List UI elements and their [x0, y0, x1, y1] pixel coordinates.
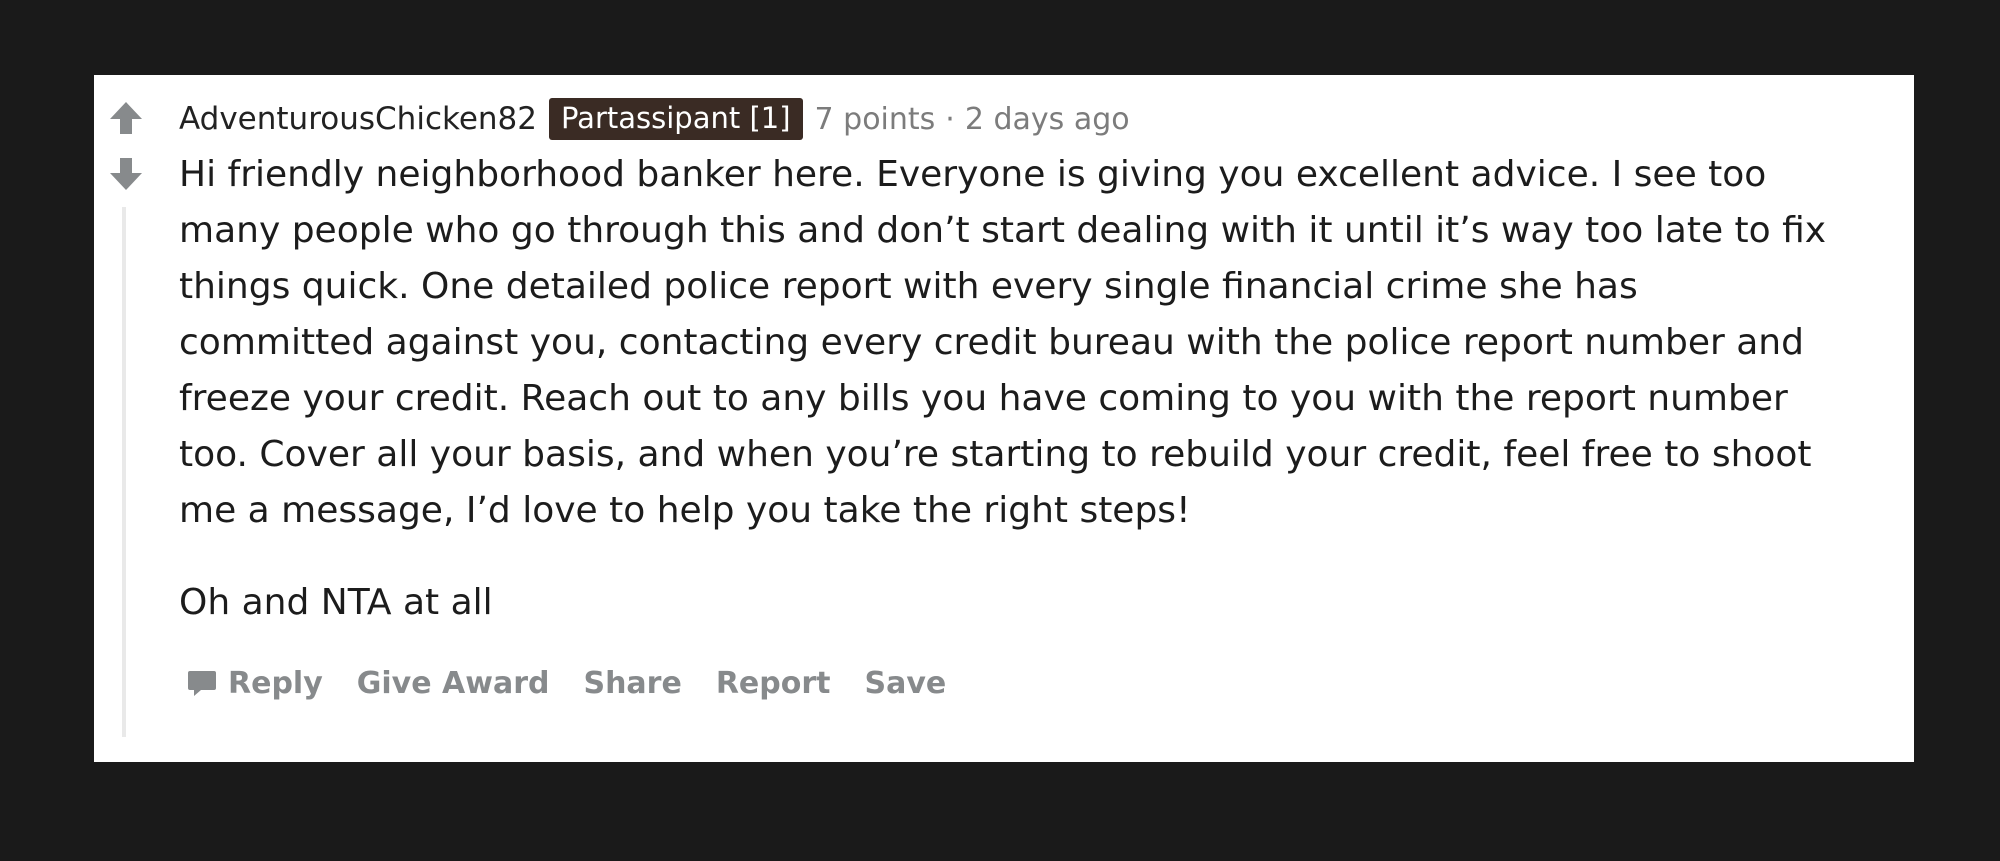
- comment-card: AdventurousChicken82 Partassipant [1] 7 …: [94, 75, 1914, 762]
- thread-collapse-line[interactable]: [122, 207, 126, 737]
- arrow-down-icon: [110, 158, 142, 190]
- author-name[interactable]: AdventurousChicken82: [179, 101, 537, 137]
- points-count: 7 points: [814, 101, 936, 137]
- reply-button[interactable]: Reply: [186, 666, 323, 701]
- comment-timestamp[interactable]: 2 days ago: [965, 102, 1130, 137]
- share-button[interactable]: Share: [583, 666, 681, 701]
- meta-separator: ·: [945, 101, 955, 137]
- user-flair: Partassipant [1]: [549, 98, 803, 140]
- downvote-button[interactable]: [108, 156, 144, 192]
- report-button[interactable]: Report: [716, 666, 831, 701]
- give-award-button[interactable]: Give Award: [357, 666, 550, 701]
- comment-body: Hi friendly neighborhood banker here. Ev…: [179, 147, 1839, 631]
- upvote-button[interactable]: [108, 100, 144, 136]
- comment-actions: Reply Give Award Share Report Save: [186, 661, 980, 705]
- speech-bubble-icon: [188, 671, 216, 696]
- comment-paragraph: Oh and NTA at all: [179, 582, 493, 623]
- reply-label: Reply: [228, 665, 323, 701]
- save-button[interactable]: Save: [865, 666, 947, 701]
- comment-header: AdventurousChicken82 Partassipant [1] 7 …: [179, 95, 1130, 143]
- comment-paragraph: Hi friendly neighborhood banker here. Ev…: [179, 154, 1827, 531]
- arrow-up-icon: [110, 102, 142, 134]
